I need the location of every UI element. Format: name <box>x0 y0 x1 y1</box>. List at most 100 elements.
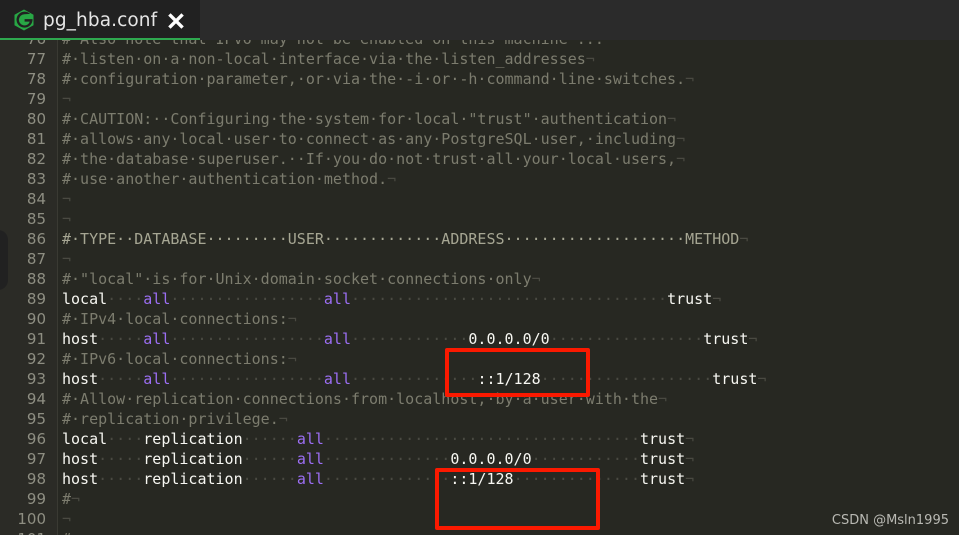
token-kw: local <box>62 430 108 448</box>
code-line[interactable]: 87 ¬ <box>0 249 959 269</box>
token-val: ::1/128 <box>450 470 514 488</box>
token-ws: ·············· <box>323 450 451 468</box>
token-eol: ¬ <box>685 430 695 448</box>
token-eol: ¬ <box>62 250 72 268</box>
token-ws: ················· <box>170 330 324 348</box>
code-line[interactable]: 95 #·replication·privilege.¬ <box>0 409 959 429</box>
token-eol: ¬ <box>62 90 72 108</box>
code-line[interactable]: 84 ¬ <box>0 189 959 209</box>
line-number: 91 <box>26 330 46 348</box>
token-ws: ················· <box>170 290 324 308</box>
token-kw: replication <box>143 470 243 488</box>
code-line[interactable]: 90 #·IPv4·local·connections:¬ <box>0 309 959 329</box>
hexagon-g-icon <box>14 9 34 31</box>
line-text: #·IPv6·local·connections:¬ <box>62 349 297 369</box>
token-method: trust <box>640 450 686 468</box>
token-comment: #·IPv4·local·connections: <box>62 310 288 328</box>
line-text: #·configuration·parameter,·or·via·the·-i… <box>62 69 694 89</box>
line-number: 101 <box>0 529 46 535</box>
token-eol: ¬ <box>685 70 695 88</box>
code-line[interactable]: 80 #·CAUTION:··Configuring·the·system·for… <box>0 109 959 129</box>
token-kw: host <box>62 450 99 468</box>
close-icon[interactable] <box>167 11 185 29</box>
token-ws: ····· <box>98 370 144 388</box>
token-eol: ¬ <box>287 350 297 368</box>
token-ws: ······ <box>242 470 297 488</box>
tab-pg-hba-conf[interactable]: pg_hba.conf <box>0 0 200 40</box>
code-line[interactable]: 83 #·use·another·authentication·method.¬ <box>0 169 959 189</box>
line-number: 99 <box>26 490 46 508</box>
token-eol: ¬ <box>71 490 81 508</box>
token-ws: ···· <box>107 430 144 448</box>
code-line[interactable]: 88 #·"local"·is·for·Unix·domain·socket·co… <box>0 269 959 289</box>
line-text: host·····replication······all···········… <box>62 449 694 469</box>
token-val: ::1/128 <box>477 370 541 388</box>
code-line[interactable]: 77 #·listen·on·a·non-local·interface·via·… <box>0 49 959 69</box>
token-all: all <box>323 330 351 348</box>
code-line[interactable]: 89 local····all·················all······… <box>0 289 959 309</box>
code-line[interactable]: 82 #·the·database·superuser.··If·you·do·n… <box>0 149 959 169</box>
token-ws: ·············· <box>513 470 640 488</box>
token-ws: ··································· <box>351 290 668 308</box>
token-kw: replication <box>143 430 243 448</box>
code-line[interactable]: 97 host·····replication······all·········… <box>0 449 959 469</box>
token-method: trust <box>667 290 713 308</box>
token-comment: # <box>62 490 72 508</box>
line-text: host·····replication······all···········… <box>62 469 694 489</box>
token-comment: #·replication·privilege. <box>62 410 279 428</box>
token-eol: ¬ <box>287 310 297 328</box>
watermark: CSDN @Msln1995 <box>831 513 949 528</box>
token-eol: ¬ <box>387 170 397 188</box>
token-val: 0.0.0.0/0 <box>450 450 532 468</box>
line-text: #·allows·any·local·user·to·connect·as·an… <box>62 129 685 149</box>
token-ws: ·············· <box>323 470 451 488</box>
line-text: #¬ <box>62 489 80 509</box>
token-eol: ¬ <box>685 470 695 488</box>
line-number: 84 <box>26 190 46 208</box>
line-text: ¬ <box>62 509 71 529</box>
code-line[interactable]: 96 local····replication······all·········… <box>0 429 959 449</box>
code-line[interactable]: 79 ¬ <box>0 89 959 109</box>
token-method: trust <box>639 430 686 448</box>
token-comment: #·use·another·authentication·method. <box>62 170 388 188</box>
token-eol: ¬ <box>278 410 288 428</box>
token-ws: ····· <box>98 330 144 348</box>
code-content[interactable]: 76 #·Also·note·that·IPv6·may·not·be·enabl… <box>0 40 959 535</box>
line-number: 90 <box>26 310 46 328</box>
code-line[interactable]: 94 #·Allow·replication·connections·from·l… <box>0 389 959 409</box>
code-line[interactable]: 93 host·····all·················all······… <box>0 369 959 389</box>
line-number: 92 <box>26 350 46 368</box>
token-comment: #·Allow·replication·connections·from·loc… <box>62 390 659 408</box>
code-line[interactable]: 76 #·Also·note·that·IPv6·may·not·be·enabl… <box>0 40 959 49</box>
line-number: 80 <box>26 110 46 128</box>
line-text: #·TYPE··DATABASE·········USER···········… <box>62 229 748 249</box>
code-line[interactable]: 81 #·allows·any·local·user·to·connect·as·… <box>0 129 959 149</box>
code-line[interactable]: 98 host·····replication······all·········… <box>0 469 959 489</box>
line-number: 93 <box>26 370 46 388</box>
token-comment: #·configuration·parameter,·or·via·the·-i… <box>62 70 686 88</box>
code-line[interactable]: 86 #·TYPE··DATABASE·········USER·········… <box>0 229 959 249</box>
token-all: all <box>143 370 171 388</box>
token-ws: ··································· <box>323 430 640 448</box>
token-kw: host <box>62 470 99 488</box>
line-text: #·CAUTION:··Configuring·the·system·for·l… <box>62 109 676 129</box>
code-line[interactable]: 91 host·····all·················all······… <box>0 329 959 349</box>
token-eol: ¬ <box>667 110 677 128</box>
code-line[interactable]: 85 ¬ <box>0 209 959 229</box>
line-text: #·listen·on·a·non-local·interface·via·th… <box>62 49 595 69</box>
line-number: 89 <box>26 290 46 308</box>
code-line[interactable]: 101 # <box>0 529 959 535</box>
code-editor[interactable]: 76 #·Also·note·that·IPv6·may·not·be·enabl… <box>0 40 959 535</box>
code-line[interactable]: 92 #·IPv6·local·connections:¬ <box>0 349 959 369</box>
token-comment: #·listen·on·a·non-local·interface·via·th… <box>62 50 586 68</box>
code-line[interactable]: 99 #¬ <box>0 489 959 509</box>
code-line[interactable]: 78 #·configuration·parameter,·or·via·the·… <box>0 69 959 89</box>
token-hdr: #·TYPE··DATABASE·········USER···········… <box>62 230 740 248</box>
token-comment: #·IPv6·local·connections: <box>62 350 288 368</box>
token-kw: host <box>62 370 99 388</box>
line-number: 94 <box>26 390 46 408</box>
token-comment: #·CAUTION:··Configuring·the·system·for·l… <box>62 110 668 128</box>
code-line[interactable]: 100 ¬ <box>0 509 959 529</box>
token-kw: replication <box>143 450 243 468</box>
line-number: 78 <box>26 70 46 88</box>
